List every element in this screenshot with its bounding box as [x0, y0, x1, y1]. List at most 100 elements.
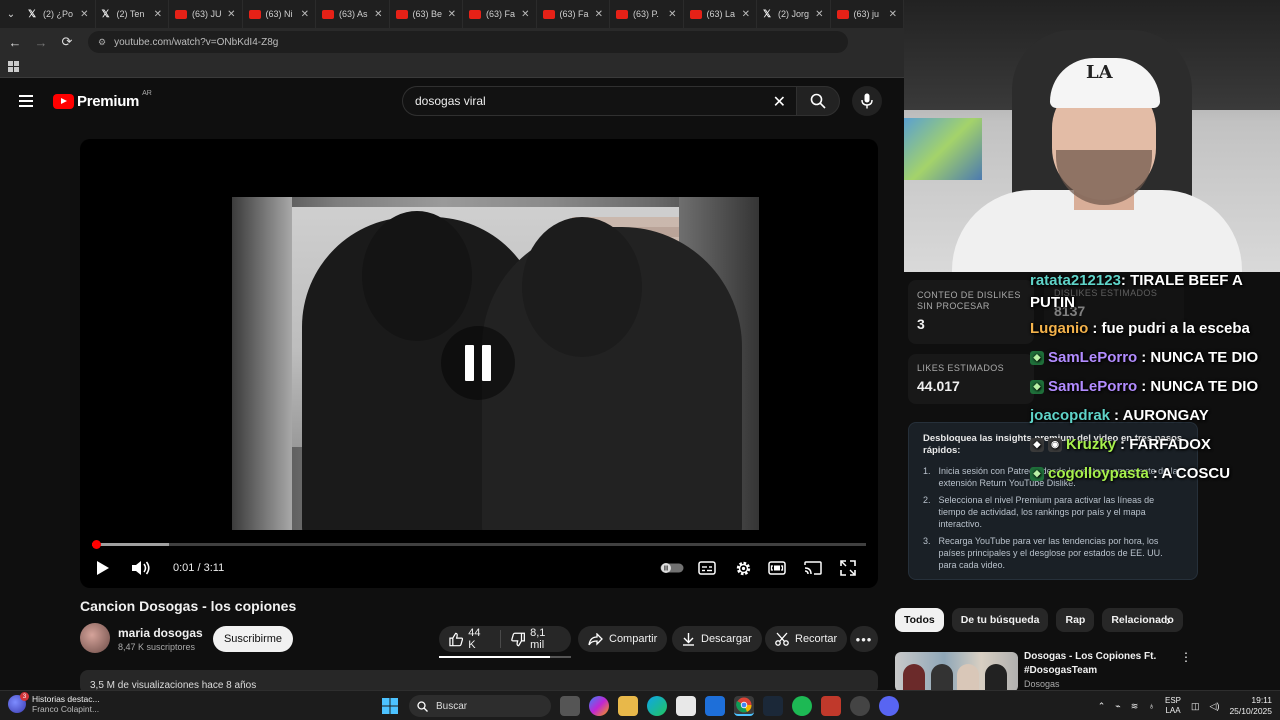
language-indicator[interactable]: ESP LAA	[1165, 696, 1181, 716]
recommended-channel[interactable]: Dosogas	[1024, 679, 1060, 689]
close-tab-icon[interactable]: ✕	[595, 9, 603, 20]
close-tab-icon[interactable]: ✕	[374, 9, 382, 20]
chat-text: : NUNCA TE DIO	[1141, 378, 1259, 395]
fullscreen-button[interactable]	[838, 558, 858, 578]
clear-search-icon[interactable]: ✕	[773, 92, 786, 112]
youtube-premium-logo[interactable]: Premium AR	[53, 90, 152, 110]
tab-search-chevron-icon[interactable]: ⌄	[0, 0, 22, 28]
system-clock[interactable]: 19:11 25/10/2025	[1229, 695, 1272, 717]
volume-button[interactable]	[131, 558, 151, 578]
browser-tab[interactable]: (63) JU ✕	[169, 0, 243, 28]
close-tab-icon[interactable]: ✕	[668, 9, 676, 20]
spotify-icon[interactable]	[792, 696, 812, 716]
tab-label: (2) ¿Po	[43, 9, 74, 19]
chevron-up-icon[interactable]: ⌃	[1098, 701, 1106, 712]
edge-icon[interactable]	[647, 696, 667, 716]
close-tab-icon[interactable]: ✕	[448, 9, 456, 20]
chat-username: Kruzky	[1066, 436, 1117, 453]
microsoft-store-icon[interactable]	[676, 696, 696, 716]
chevron-right-icon[interactable]: ›	[1166, 612, 1171, 628]
channel-avatar[interactable]	[80, 623, 110, 653]
dislike-button[interactable]: 8,1 mil	[501, 626, 571, 652]
lang-bottom: LAA	[1165, 706, 1181, 715]
search-button[interactable]	[796, 86, 840, 116]
center-pause-icon[interactable]	[441, 326, 515, 400]
news-widget[interactable]: 3 Historias destac... Franco Colapint...	[8, 692, 100, 714]
insights-step: 3. Recarga YouTube para ver las tendencia…	[923, 535, 1183, 571]
browser-tab[interactable]: (63) La ✕	[684, 0, 757, 28]
browser-tab[interactable]: (63) P. ✕	[610, 0, 684, 28]
wifi-off-icon[interactable]: ≋	[1131, 701, 1139, 712]
steam-icon[interactable]	[763, 696, 783, 716]
streaming-app-icon[interactable]	[821, 696, 841, 716]
url-field[interactable]: ⚙ youtube.com/watch?v=ONbKdI4-Z8g	[88, 31, 848, 53]
filter-chip[interactable]: Rap	[1056, 608, 1095, 632]
close-tab-icon[interactable]: ✕	[227, 9, 235, 20]
forward-arrow-icon[interactable]: →	[34, 35, 48, 50]
youtube-icon	[689, 9, 702, 19]
progress-bar[interactable]	[91, 540, 866, 549]
browser-tab[interactable]: (63) Be ✕	[390, 0, 463, 28]
subtitles-button[interactable]	[697, 558, 717, 578]
microphone-tray-icon[interactable]: ♁	[1148, 701, 1155, 711]
news-widget-icon: 3	[8, 692, 29, 713]
subscribe-button[interactable]: Suscribirme	[213, 626, 293, 652]
clip-button[interactable]: Recortar	[765, 626, 848, 652]
back-arrow-icon[interactable]: ←	[8, 35, 22, 50]
settings-app-icon[interactable]	[850, 696, 870, 716]
file-explorer-icon[interactable]	[618, 696, 638, 716]
video-player[interactable]: 0:01 / 3:11	[80, 139, 878, 588]
browser-tab[interactable]: (63) ju ✕	[831, 0, 904, 28]
theater-mode-button[interactable]	[767, 558, 787, 578]
more-vertical-icon[interactable]: ⋮	[1180, 650, 1192, 664]
close-tab-icon[interactable]: ✕	[815, 9, 823, 20]
browser-tab[interactable]: (63) Ni ✕	[243, 0, 316, 28]
network-icon[interactable]: ⌁	[1115, 701, 1120, 712]
recommended-thumbnail[interactable]	[895, 652, 1018, 692]
download-icon	[683, 633, 694, 646]
close-tab-icon[interactable]: ✕	[742, 9, 750, 20]
reload-icon[interactable]: ⟳	[60, 34, 74, 50]
close-tab-icon[interactable]: ✕	[301, 9, 309, 20]
site-info-icon[interactable]: ⚙	[98, 37, 106, 48]
play-button[interactable]	[94, 558, 112, 578]
filter-chip[interactable]: Todos	[895, 608, 944, 632]
browser-tab[interactable]: 𝕏 (2) ¿Po ✕	[22, 0, 96, 28]
browser-tab[interactable]: 𝕏 (2) Ten ✕	[96, 0, 169, 28]
apps-grid-icon[interactable]	[8, 61, 19, 72]
cast-button[interactable]	[803, 558, 823, 578]
chrome-icon[interactable]	[734, 696, 754, 716]
lang-top: ESP	[1165, 696, 1182, 705]
network-tray-icon[interactable]: ◫	[1191, 701, 1200, 712]
outlook-icon[interactable]	[705, 696, 725, 716]
menu-hamburger-icon[interactable]	[19, 95, 33, 107]
search-input[interactable]: dosogas viral ✕	[402, 86, 796, 116]
download-button[interactable]: Descargar	[672, 626, 762, 652]
browser-tab[interactable]: (63) Fa ✕	[463, 0, 537, 28]
close-tab-icon[interactable]: ✕	[154, 9, 162, 20]
taskbar-search[interactable]: Buscar	[409, 695, 551, 717]
like-button[interactable]: 44 K	[439, 626, 500, 652]
scrubber-handle[interactable]	[91, 540, 101, 549]
recommended-title[interactable]: Dosogas - Los Copiones Ft. #DosogasTeam	[1024, 650, 1174, 678]
more-actions-button[interactable]: •••	[850, 626, 878, 652]
settings-button[interactable]	[733, 558, 753, 578]
windows-start-icon[interactable]	[380, 696, 400, 716]
task-view-icon[interactable]	[560, 696, 580, 716]
copilot-icon[interactable]	[589, 696, 609, 716]
autoplay-toggle[interactable]	[660, 558, 684, 578]
close-tab-icon[interactable]: ✕	[521, 9, 529, 20]
volume-icon	[132, 561, 150, 575]
browser-tab[interactable]: 𝕏 (2) Jorg ✕	[757, 0, 831, 28]
voice-search-button[interactable]	[852, 86, 882, 116]
discord-icon[interactable]	[879, 696, 899, 716]
browser-tab[interactable]: (63) As ✕	[316, 0, 390, 28]
share-button[interactable]: Compartir	[578, 626, 668, 652]
close-tab-icon[interactable]: ✕	[889, 9, 897, 20]
channel-name[interactable]: maria dosogas	[118, 626, 203, 640]
close-tab-icon[interactable]: ✕	[80, 9, 88, 20]
browser-tab[interactable]: (63) Fa ✕	[537, 0, 610, 28]
filter-chip[interactable]: De tu búsqueda	[951, 608, 1049, 632]
recommended-video[interactable]: Dosogas - Los Copiones Ft. #DosogasTeam …	[895, 650, 1195, 692]
speaker-icon[interactable]: ◁)	[1210, 701, 1220, 712]
